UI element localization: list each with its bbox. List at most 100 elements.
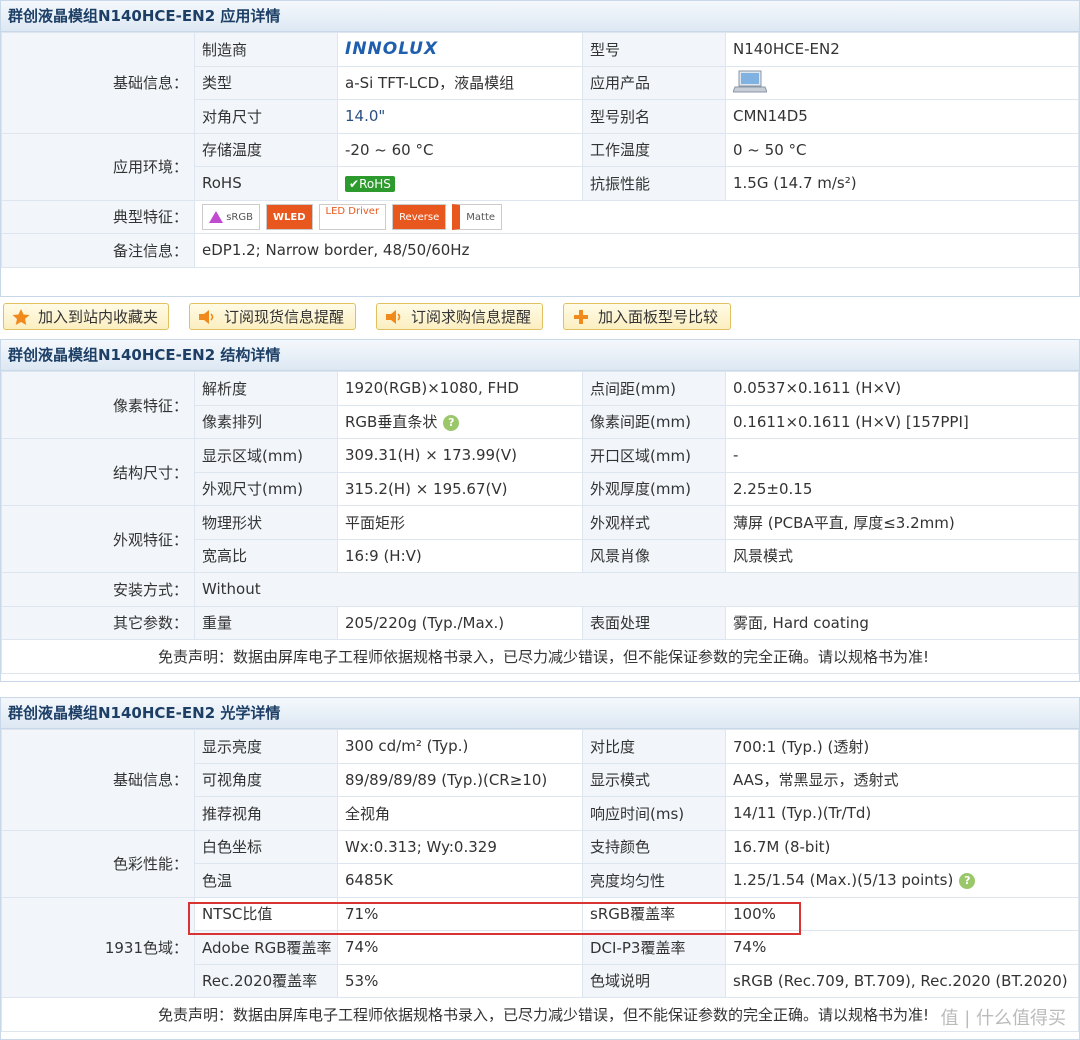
table-row: 备注信息： eDP1.2; Narrow border, 48/50/60Hz <box>1 233 1079 268</box>
rohs-cell: ✔RoHS <box>337 166 583 201</box>
innolux-logo[interactable]: INNOLUX <box>345 39 438 59</box>
field-value: Wx:0.313; Wy:0.329 <box>337 829 583 864</box>
plus-icon <box>574 310 588 324</box>
field-label: 型号别名 <box>582 99 726 134</box>
group-label: 典型特征： <box>1 199 195 234</box>
group-label: 色彩性能： <box>1 829 195 898</box>
disclaimer: 免责声明：数据由屏库电子工程师依据规格书录入，已尽力减少错误，但不能保证参数的完… <box>1 639 1079 674</box>
action-bar: 加入到站内收藏夹 订阅现货信息提醒 订阅求购信息提醒 加入面板型号比较 <box>0 300 1080 334</box>
group-label: 像素特征： <box>1 371 195 439</box>
field-value: 2.25±0.15 <box>725 471 1079 506</box>
help-icon[interactable]: ? <box>959 872 976 889</box>
field-value: sRGB (Rec.709, BT.709), Rec.2020 (BT.202… <box>725 963 1079 998</box>
field-value: 1.25/1.54 (Max.)(5/13 points) <box>733 871 954 890</box>
reverse-feature-icon[interactable]: Reverse <box>392 203 447 230</box>
check-icon: ✔ <box>349 177 360 192</box>
structure-detail-panel: 群创液晶模组N140HCE-EN2 结构详情 像素特征： 解析度 1920(RG… <box>0 339 1080 682</box>
field-label: Rec.2020覆盖率 <box>194 963 338 998</box>
manufacturer-logo-cell[interactable]: INNOLUX <box>337 32 583 67</box>
field-label: 亮度均匀性 <box>582 863 726 898</box>
field-value: 薄屏 (PCBA平直, 厚度≤3.2mm) <box>725 505 1079 540</box>
field-label: 对角尺寸 <box>194 99 338 134</box>
field-value: 雾面, Hard coating <box>725 605 1079 640</box>
group-label: 外观特征： <box>1 505 195 573</box>
speaker-icon <box>386 310 401 324</box>
field-value: CMN14D5 <box>725 99 1079 134</box>
field-label: 重量 <box>194 605 338 640</box>
table-row: 基础信息： 制造商 INNOLUX 型号 N140HCE-EN2 <box>1 32 1079 134</box>
subscribe-stock-button[interactable]: 订阅现货信息提醒 <box>189 303 356 330</box>
field-value: eDP1.2; Narrow border, 48/50/60Hz <box>194 233 1079 268</box>
field-value: 平面矩形 <box>337 505 583 540</box>
field-label: 存储温度 <box>194 132 338 167</box>
field-label: 表面处理 <box>582 605 726 640</box>
field-label: 支持颜色 <box>582 829 726 864</box>
field-label: 风景肖像 <box>582 538 726 573</box>
button-label: 订阅现货信息提醒 <box>224 308 345 326</box>
field-label: 外观厚度(mm) <box>582 471 726 506</box>
table-row: 基础信息： 显示亮度 300 cd/m² (Typ.) 对比度 700:1 (T… <box>1 729 1079 831</box>
field-label: 可视角度 <box>194 762 338 797</box>
wled-feature-icon[interactable]: WLED <box>265 203 313 230</box>
field-value: 风景模式 <box>725 538 1079 573</box>
led-driver-feature-icon[interactable]: LED Driver <box>318 203 387 230</box>
field-value: Without <box>194 572 1079 607</box>
table-row: 免责声明：数据由屏库电子工程师依据规格书录入，已尽力减少错误，但不能保证参数的完… <box>1 639 1079 674</box>
field-value: 205/220g (Typ./Max.) <box>337 605 583 640</box>
help-icon[interactable]: ? <box>443 414 460 431</box>
diagonal-link[interactable]: 14.0" <box>337 99 583 134</box>
field-value: 6485K <box>337 863 583 898</box>
feature-badges: sRGB WLEDLED DriverReverse Matte <box>194 199 1079 234</box>
srgb-feature-icon[interactable]: sRGB <box>202 203 260 230</box>
gamut-highlight-box <box>188 902 801 935</box>
group-label: 其它参数： <box>1 605 195 640</box>
field-label: 解析度 <box>194 371 338 406</box>
field-label: 物理形状 <box>194 505 338 540</box>
field-label: 对比度 <box>582 729 726 764</box>
add-compare-button[interactable]: 加入面板型号比较 <box>563 303 731 330</box>
field-label: 色温 <box>194 863 338 898</box>
optical-detail-panel: 群创液晶模组N140HCE-EN2 光学详情 基础信息： 显示亮度 300 cd… <box>0 697 1080 1040</box>
field-label: 像素排列 <box>194 404 338 439</box>
table-row: 典型特征： sRGB WLEDLED DriverReverse Matte <box>1 199 1079 234</box>
disclaimer: 免责声明：数据由屏库电子工程师依据规格书录入，已尽力减少错误，但不能保证参数的完… <box>1 997 1079 1032</box>
group-label: 基础信息： <box>1 32 195 134</box>
section-title: 群创液晶模组N140HCE-EN2 应用详情 <box>1 1 1079 32</box>
table-row: 安装方式： Without <box>1 572 1079 607</box>
field-label: 显示模式 <box>582 762 726 797</box>
field-label: 外观样式 <box>582 505 726 540</box>
table-row: 像素特征： 解析度 1920(RGB)×1080, FHD 点间距(mm) 0.… <box>1 371 1079 439</box>
add-favorite-button[interactable]: 加入到站内收藏夹 <box>3 303 169 330</box>
matte-feature-icon[interactable]: Matte <box>452 203 503 230</box>
group-label: 备注信息： <box>1 233 195 268</box>
app-detail-panel: 群创液晶模组N140HCE-EN2 应用详情 基础信息： 制造商 INNOLUX… <box>0 0 1080 297</box>
field-value: N140HCE-EN2 <box>725 32 1079 67</box>
subscribe-purchase-button[interactable]: 订阅求购信息提醒 <box>376 303 543 330</box>
group-label: 1931色域： <box>1 896 195 998</box>
table-row: 免责声明：数据由屏库电子工程师依据规格书录入，已尽力减少错误，但不能保证参数的完… <box>1 997 1079 1032</box>
optical-table: 基础信息： 显示亮度 300 cd/m² (Typ.) 对比度 700:1 (T… <box>1 729 1079 1032</box>
field-label: 宽高比 <box>194 538 338 573</box>
field-value: 0.0537×0.1611 (H×V) <box>725 371 1079 406</box>
group-label: 应用环境： <box>1 132 195 201</box>
button-label: 加入到站内收藏夹 <box>38 308 159 326</box>
speaker-icon <box>199 310 214 324</box>
group-label: 结构尺寸： <box>1 438 195 506</box>
table-row: 其它参数： 重量 205/220g (Typ./Max.) 表面处理 雾面, H… <box>1 605 1079 640</box>
field-value: 700:1 (Typ.) (透射) <box>725 729 1079 764</box>
field-value: 14/11 (Typ.)(Tr/Td) <box>725 796 1079 831</box>
field-value: -20 ~ 60 °C <box>337 132 583 167</box>
star-icon <box>12 309 30 325</box>
field-value: RGB垂直条状 <box>345 413 438 432</box>
app-detail-table: 基础信息： 制造商 INNOLUX 型号 N140HCE-EN2 类型 a-Si… <box>1 32 1079 268</box>
field-value: 1.5G (14.7 m/s²) <box>725 166 1079 201</box>
table-row: 色彩性能： 白色坐标 Wx:0.313; Wy:0.329 支持颜色 16.7M… <box>1 829 1079 898</box>
field-label: DCI-P3覆盖率 <box>582 930 726 965</box>
laptop-icon[interactable] <box>732 68 768 94</box>
section-title: 群创液晶模组N140HCE-EN2 结构详情 <box>1 340 1079 371</box>
field-label: 点间距(mm) <box>582 371 726 406</box>
laptop-icon-cell[interactable] <box>725 65 1079 100</box>
field-label: 色域说明 <box>582 963 726 998</box>
uniformity-cell: 1.25/1.54 (Max.)(5/13 points)? <box>725 863 1079 898</box>
field-label: 型号 <box>582 32 726 67</box>
